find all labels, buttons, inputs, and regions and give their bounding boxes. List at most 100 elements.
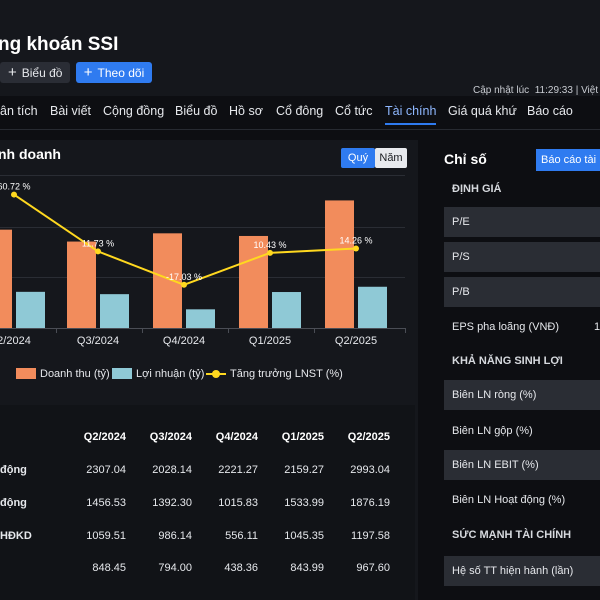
legend-growth[interactable]: Tăng trưởng LNST (%) [206, 368, 343, 380]
tab-community[interactable]: Cộng đồng [103, 104, 164, 118]
chart-x-labels: 2/2024 Q3/2024 Q4/2024 Q1/2025 Q2/2025 [0, 335, 377, 347]
indicator-label: P/S [452, 251, 470, 263]
legend-swatch [206, 368, 226, 379]
panel-title: nh doanh [0, 146, 61, 162]
tab-finance[interactable]: Tài chính [385, 104, 437, 125]
tab-reports[interactable]: Báo cáo [527, 104, 573, 118]
legend-swatch [16, 368, 36, 379]
legend-label: Tăng trưởng LNST (%) [230, 368, 343, 380]
table-cell: 1876.19 [350, 497, 390, 509]
revenue-bar[interactable] [325, 200, 354, 328]
column-header: Q2/2024 [83, 431, 126, 443]
x-tick-label: Q3/2024 [77, 335, 119, 347]
plus-icon: + [8, 64, 17, 81]
legend-label: Doanh thu (tỷ) [40, 368, 110, 380]
table-cell: 556.11 [225, 530, 258, 542]
x-tick-label: Q4/2024 [163, 335, 205, 347]
business-chart: 60.72 % 11.73 % -17.03 % 10.43 % 14.26 % 2/2… [0, 175, 406, 347]
growth-data-label: 10.43 % [253, 240, 286, 250]
page-title: ng khoán SSI [0, 34, 119, 55]
growth-data-label: -17.03 % [166, 272, 202, 282]
tab-price-history[interactable]: Giá quá khứ [448, 104, 517, 118]
profit-bar[interactable] [100, 294, 129, 328]
indicators-title: Chỉ số [444, 151, 487, 167]
tab-bar: ân tích Bài viết Cộng đồng Biểu đồ Hồ sơ… [0, 104, 600, 130]
table-cell: 2028.14 [152, 464, 192, 476]
table-cell: 1059.51 [86, 530, 126, 542]
x-tick-label: 2/2024 [0, 335, 31, 347]
indicator-label: Biên LN Hoạt động (%) [452, 494, 566, 506]
growth-data-label: 11.73 % [82, 238, 114, 248]
profit-bar[interactable] [358, 286, 387, 328]
section-financial-strength: SỨC MẠNH TÀI CHÍNH [452, 529, 572, 541]
tab-dividends[interactable]: Cổ tức [335, 104, 373, 118]
financial-report-button[interactable]: Báo cáo tài [536, 149, 600, 171]
indicator-label: P/B [452, 286, 470, 298]
chart-bars [0, 200, 387, 328]
growth-point[interactable] [181, 281, 187, 288]
profit-bar[interactable] [186, 309, 215, 328]
growth-point[interactable] [353, 245, 359, 252]
tab-articles[interactable]: Bài viết [50, 104, 91, 118]
section-profitability: KHẢ NĂNG SINH LỢI [452, 355, 563, 367]
table-cell: 438.36 [224, 562, 258, 574]
revenue-bar[interactable] [0, 229, 12, 328]
growth-line: 60.72 % 11.73 % -17.03 % 10.43 % 14.26 % [0, 182, 373, 288]
table-cell: 1456.53 [86, 497, 126, 509]
table-cell: 848.45 [92, 562, 126, 574]
indicator-label: Biên LN EBIT (%) [452, 459, 539, 471]
section-valuation: ĐỊNH GIÁ [452, 183, 502, 195]
column-header: Q3/2024 [149, 431, 192, 443]
row-label: động [0, 497, 27, 509]
table-cell: 2159.27 [284, 464, 324, 476]
table-cell: 2993.04 [350, 464, 390, 476]
growth-data-label: 60.72 % [0, 182, 31, 192]
legend-revenue[interactable]: Doanh thu (tỷ) [16, 368, 110, 380]
profit-bar[interactable] [16, 291, 45, 328]
table-cell: 794.00 [158, 562, 192, 574]
table-cell: 967.60 [356, 562, 390, 574]
chart-button-label: Biểu đồ [21, 66, 63, 80]
growth-point[interactable] [11, 191, 17, 198]
legend-label: Lợi nhuận (tỷ) [136, 368, 205, 380]
table-cell: 1015.83 [218, 497, 258, 509]
updated-at: Cập nhật lúc 11:29:33 | Việt N [473, 85, 600, 96]
tab-chart[interactable]: Biểu đồ [175, 104, 217, 118]
legend-swatch [112, 368, 132, 379]
add-chart-button[interactable]: + Biểu đồ [0, 62, 71, 83]
indicator-label: Biên LN gộp (%) [452, 425, 533, 437]
growth-point[interactable] [267, 249, 273, 256]
table-cell: 1197.58 [351, 530, 390, 542]
legend-profit[interactable]: Lợi nhuận (tỷ) [112, 368, 204, 380]
row-label: HĐKD [0, 530, 32, 542]
tab-analysis[interactable]: ân tích [0, 104, 38, 118]
indicator-label: Biên LN ròng (%) [452, 389, 537, 401]
updated-label: Cập nhật lúc [473, 85, 530, 96]
tab-shareholders[interactable]: Cổ đông [276, 104, 323, 118]
row-label: động [0, 464, 27, 476]
column-header: Q1/2025 [281, 431, 324, 443]
table-cell: 843.99 [290, 562, 324, 574]
profit-bar[interactable] [272, 292, 301, 328]
table-cell: 1045.35 [284, 530, 324, 542]
growth-point[interactable] [95, 248, 101, 255]
revenue-bar[interactable] [67, 241, 96, 328]
x-tick-label: Q2/2025 [335, 335, 377, 347]
table-cell: 2221.27 [218, 464, 258, 476]
tab-divider [0, 129, 600, 130]
indicator-label: P/E [452, 216, 470, 228]
toggle-year[interactable]: Năm [375, 148, 407, 168]
table-cell: 986.14 [158, 530, 192, 542]
table-cell: 1533.99 [284, 497, 324, 509]
column-header: Q2/2025 [347, 431, 390, 443]
indicator-label: EPS pha loãng (VNĐ) [452, 321, 559, 333]
follow-button[interactable]: + Theo dõi [76, 62, 152, 83]
plus-icon: + [83, 64, 93, 81]
follow-button-label: Theo dõi [97, 66, 145, 80]
tab-profile[interactable]: Hồ sơ [229, 104, 263, 118]
updated-time: 11:29:33 [534, 85, 573, 96]
table-cell: 2307.04 [86, 464, 126, 476]
indicator-label: Hệ số TT hiện hành (lần) [452, 565, 574, 577]
toggle-quarter[interactable]: Quý [341, 148, 375, 168]
updated-suffix: | Việt N [575, 85, 600, 96]
